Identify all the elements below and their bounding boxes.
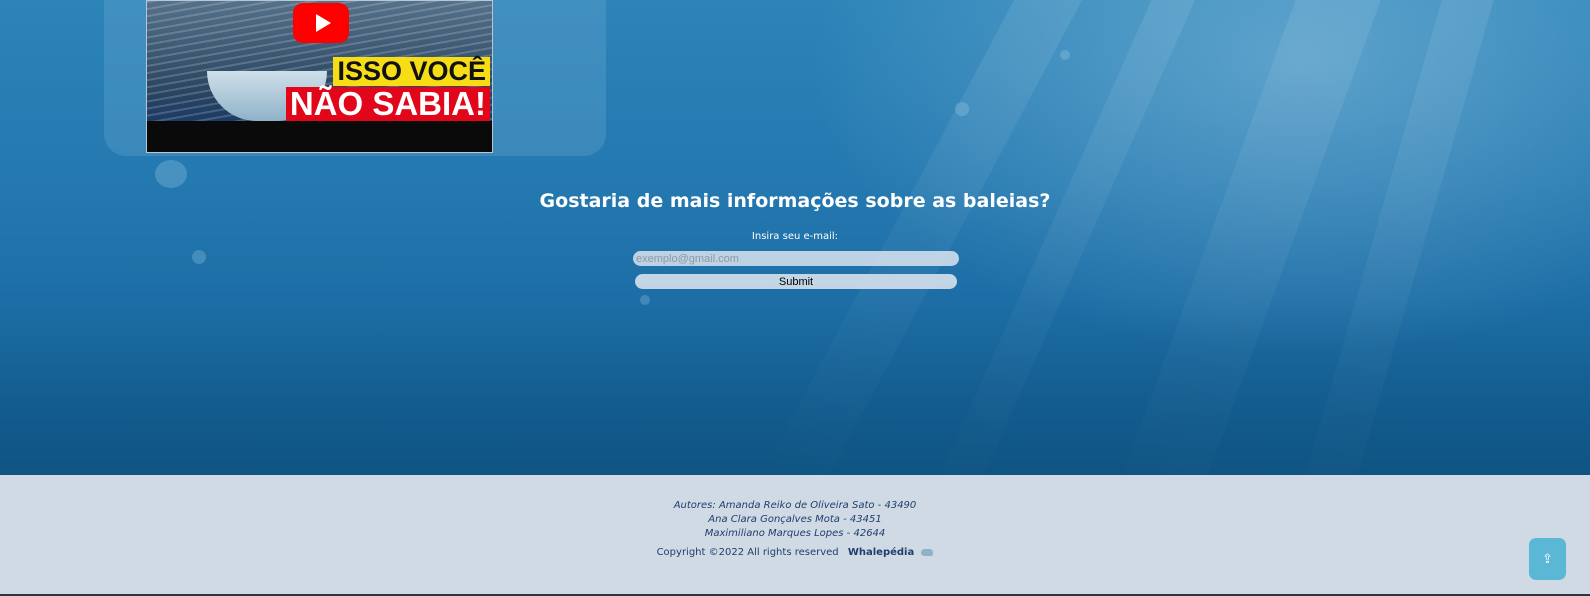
copyright: Copyright ©2022 All rights reserved Whal…: [0, 547, 1590, 558]
youtube-play-icon[interactable]: [293, 3, 349, 43]
bubble: [155, 160, 187, 188]
email-label: Insira seu e-mail:: [751, 231, 839, 242]
copyright-text: Copyright ©2022 All rights reserved: [656, 547, 839, 558]
play-triangle-icon: [315, 14, 331, 32]
whale-icon: [921, 548, 934, 556]
author-line: Maximiliano Marques Lopes - 42644: [704, 528, 886, 539]
arrow-up-icon: ⇪: [1542, 551, 1553, 567]
video-thumbnail[interactable]: ISSO VOCÊ NÃO SABIA!: [146, 0, 493, 153]
email-field[interactable]: [633, 251, 959, 266]
footer: Autores: Amanda Reiko de Oliveira Sato -…: [0, 475, 1590, 596]
back-to-top-button[interactable]: ⇪: [1529, 538, 1566, 580]
video-caption-line2: NÃO SABIA!: [285, 87, 490, 121]
author-line: Ana Clara Gonçalves Mota - 43451: [708, 514, 882, 525]
author-line: Autores: Amanda Reiko de Oliveira Sato -…: [673, 500, 917, 511]
newsletter-title: Gostaria de mais informações sobre as ba…: [539, 190, 1051, 212]
ocean-background: ISSO VOCÊ NÃO SABIA! Gostaria de mais in…: [0, 0, 1590, 475]
submit-button[interactable]: Submit: [635, 274, 957, 289]
bubble: [1060, 50, 1070, 60]
video-caption-line1: ISSO VOCÊ: [333, 57, 490, 86]
bubble: [192, 250, 206, 264]
bubble: [640, 295, 650, 305]
bubble: [955, 102, 969, 116]
brand-name: Whalepédia: [847, 547, 915, 558]
authors-block: Autores: Amanda Reiko de Oliveira Sato -…: [0, 499, 1590, 541]
